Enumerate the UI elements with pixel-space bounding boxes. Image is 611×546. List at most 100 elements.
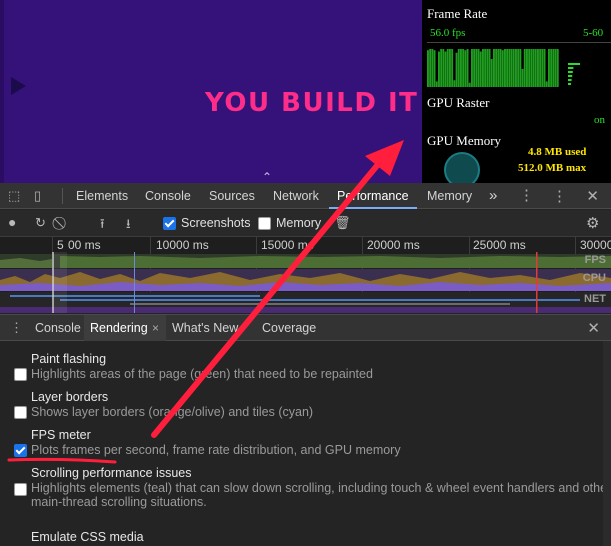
kebab-menu-icon[interactable]: ⋮ <box>552 187 567 205</box>
option-description: Highlights areas of the page (green) tha… <box>31 367 373 381</box>
fps-history-bar <box>427 50 429 87</box>
page-viewport: YOU BUILD IT ⌃ Frame Rate 56.0 fps 5-60 … <box>0 0 611 183</box>
fps-distribution-bar <box>568 79 572 81</box>
fps-range: 5-60 <box>583 27 604 39</box>
devtools-tab-bar: ⬚ ▯ Elements Console Sources Network Per… <box>0 183 611 209</box>
drawer-tab-rendering[interactable]: Rendering × <box>84 315 166 342</box>
ruler-tick: 00 ms <box>68 238 101 252</box>
play-icon[interactable] <box>11 77 26 95</box>
rendering-scrollbar[interactable] <box>603 341 611 546</box>
fps-history-bar <box>471 49 473 87</box>
tab-elements[interactable]: Elements <box>76 183 128 209</box>
fps-history-bar <box>449 49 451 87</box>
fps-history-bar <box>497 49 500 87</box>
option-description: Plots frames per second, frame rate dist… <box>31 443 401 457</box>
fps-history-bar <box>440 49 443 87</box>
fps-history-bar <box>466 49 469 87</box>
ruler-tick: 10000 ms <box>156 238 209 252</box>
fps-history-bar <box>460 49 462 87</box>
collect-garbage-icon[interactable]: 🗑 <box>334 215 351 231</box>
option-title: FPS meter <box>31 428 91 442</box>
ruler-tick: 25000 ms <box>473 238 526 252</box>
fps-history-bar <box>462 49 465 87</box>
fps-history-bar <box>453 80 456 87</box>
close-devtools-icon[interactable]: ✕ <box>586 187 599 205</box>
fps-history-bar <box>528 49 531 87</box>
screenshots-label: Screenshots <box>181 216 251 230</box>
save-profile-icon[interactable]: ⭳ <box>126 215 131 237</box>
ruler-tick: 15000 ms <box>261 238 314 252</box>
load-profile-icon[interactable]: ⭱ <box>100 215 105 237</box>
fps-history-bar <box>477 49 480 87</box>
fps-history-bar <box>543 49 546 87</box>
fps-area <box>60 256 611 268</box>
rendering-panel: Paint flashing Highlights areas of the p… <box>0 341 611 546</box>
fps-history-bar <box>556 49 559 87</box>
device-toolbar-icon[interactable]: ▯ <box>34 188 41 204</box>
inspect-element-icon[interactable]: ⬚ <box>8 188 20 204</box>
drawer-menu-icon[interactable]: ⋮ <box>10 320 23 336</box>
fps-distribution-bar <box>568 71 573 73</box>
fps-history-bar <box>479 51 482 87</box>
fps-history-bar <box>475 49 478 87</box>
drawer-tab-whats-new[interactable]: What's New <box>172 315 238 342</box>
hero-heading: YOU BUILD IT <box>205 88 419 118</box>
cpu-track-label: CPU <box>582 272 606 284</box>
close-drawer-icon[interactable]: ✕ <box>587 319 600 337</box>
tab-sources[interactable]: Sources <box>209 183 255 209</box>
fps-history-bar <box>548 49 550 87</box>
gpu-memory-gauge <box>444 152 480 183</box>
fps-history-bar <box>515 49 517 87</box>
fps-history-bar <box>435 81 438 87</box>
scroll-chevron-icon: ⌃ <box>262 170 273 183</box>
fps-history-bar <box>539 49 542 87</box>
drawer-tab-rendering-label: Rendering <box>90 321 148 335</box>
fps-meter-checkbox[interactable] <box>14 444 27 457</box>
frame-rate-title: Frame Rate <box>427 6 488 21</box>
drawer-tab-console[interactable]: Console <box>27 315 89 342</box>
fps-history-bar <box>433 50 436 87</box>
fps-distribution-bar <box>568 75 573 77</box>
time-ruler: 5 00 ms 10000 ms 15000 ms 20000 ms 25000… <box>0 237 611 313</box>
fps-history-bar <box>438 51 440 87</box>
fps-history-bar <box>429 49 432 87</box>
fps-history-bar <box>508 49 511 87</box>
gpu-raster-title: GPU Raster <box>427 95 490 110</box>
option-description: Highlights elements (teal) that can slow… <box>31 481 611 495</box>
fps-history-bar <box>484 49 487 87</box>
paint-flashing-checkbox[interactable] <box>14 368 27 381</box>
gpu-memory-title: GPU Memory <box>427 133 502 148</box>
memory-label: Memory <box>276 216 322 230</box>
emulate-css-media-heading: Emulate CSS media <box>31 530 144 544</box>
fps-history-bar <box>442 49 445 87</box>
scrolling-performance-checkbox[interactable] <box>14 483 27 496</box>
tab-console[interactable]: Console <box>145 183 191 209</box>
fps-history-bar <box>532 49 535 87</box>
drawer-tab-coverage[interactable]: Coverage <box>262 315 316 342</box>
fps-history-bar <box>517 49 520 87</box>
tab-memory[interactable]: Memory <box>427 183 472 209</box>
screenshots-checkbox[interactable] <box>163 217 176 230</box>
fps-history-bar <box>473 49 476 87</box>
reload-record-icon[interactable]: ↻ <box>35 215 46 231</box>
ruler-tick: 30000 <box>580 238 611 252</box>
net-track-label: NET <box>584 293 606 305</box>
tab-network[interactable]: Network <box>273 183 319 209</box>
fps-meter-overlay: Frame Rate 56.0 fps 5-60 GPU Raster on G… <box>422 0 611 183</box>
record-icon[interactable]: ● <box>8 214 16 230</box>
customize-devtools-icon[interactable]: ⋮ <box>519 186 534 204</box>
more-tabs-icon[interactable]: » <box>489 183 497 209</box>
tab-performance[interactable]: Performance <box>329 183 417 209</box>
memory-checkbox[interactable] <box>258 217 271 230</box>
timeline-overview[interactable]: 5 00 ms 10000 ms 15000 ms 20000 ms 25000… <box>0 237 611 313</box>
layer-borders-checkbox[interactable] <box>14 406 27 419</box>
fps-history-bar <box>431 49 434 87</box>
fps-history-bar <box>457 49 460 87</box>
fps-history-bar <box>519 49 522 87</box>
fps-distribution-bar <box>568 67 574 69</box>
capture-settings-gear-icon[interactable]: ⚙ <box>586 214 599 232</box>
close-tab-icon[interactable]: × <box>152 315 159 341</box>
option-title: Scrolling performance issues <box>31 466 192 480</box>
option-title: Paint flashing <box>31 352 107 366</box>
fps-history-bar <box>488 49 491 87</box>
